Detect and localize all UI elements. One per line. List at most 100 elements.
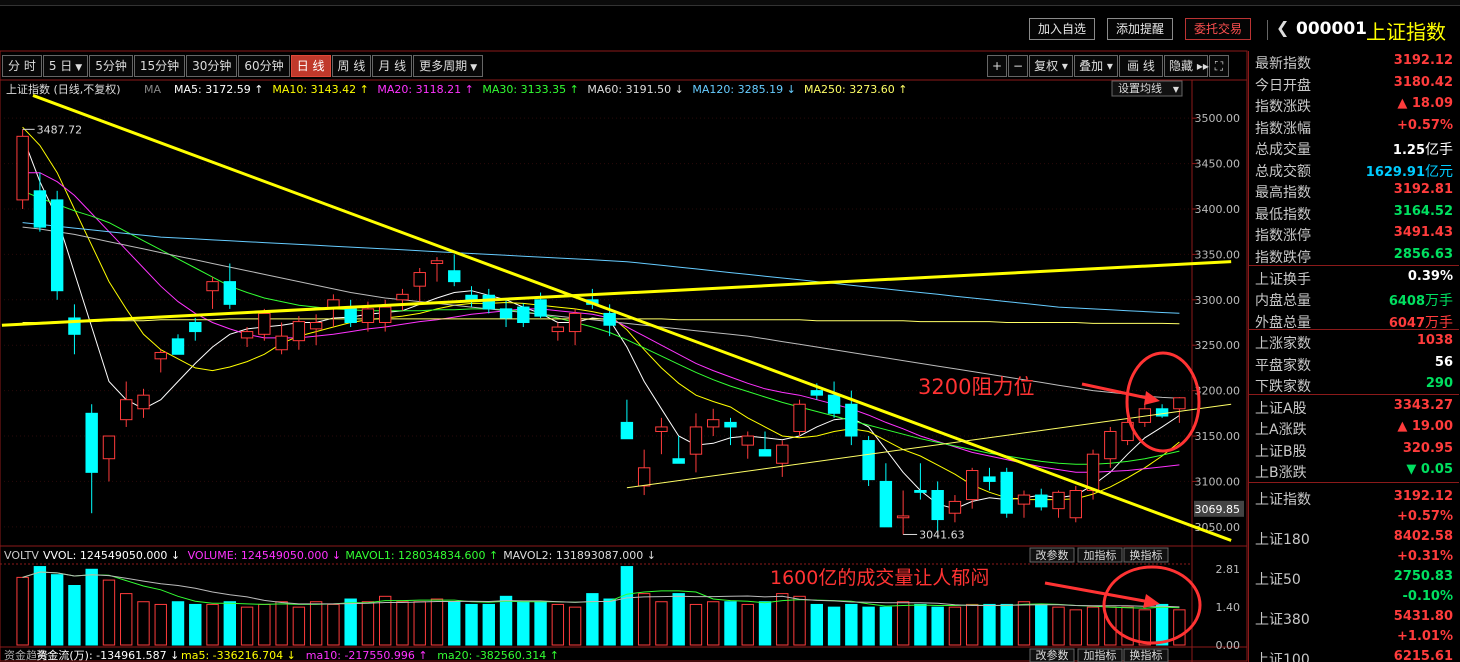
quote-row: 上证A股 3343.27 [1249, 397, 1459, 418]
quote-label: 上证换手 [1255, 272, 1311, 288]
volume-bar [879, 606, 893, 646]
quote-label: 上A涨跌 [1255, 422, 1307, 438]
volume-bar [1035, 603, 1048, 646]
index-row[interactable]: 上证180 8402.58 [1249, 528, 1459, 549]
volume-bar [102, 579, 116, 646]
volume-tick-label: 1.40 [1216, 601, 1241, 614]
dropdown-arrow-icon: ▼ [1173, 85, 1180, 94]
trendline-rising-support[interactable] [1, 260, 1232, 327]
ma-line-ma60 [22, 226, 1180, 399]
quote-value: 6408万手 [1389, 290, 1453, 310]
index-row[interactable]: 上证50 2750.83 [1249, 568, 1459, 589]
ma-legend-item: MA5: 3172.59 ↑ [174, 83, 263, 96]
volume-bar [862, 606, 875, 646]
volume-bar [206, 603, 219, 646]
trendline-lower-channel[interactable] [626, 403, 1232, 489]
candle-body [1069, 490, 1082, 519]
fund-legend-item: ma5: -336216.704 ↓ [181, 649, 296, 662]
indicator-button-label: 换指标 [1130, 548, 1163, 562]
quote-number: 56 [1434, 355, 1453, 370]
candle-body [1173, 397, 1186, 410]
quote-row: 指数涨跌 ▲ 18.09 [1249, 95, 1459, 116]
price-tick-label: 3300.00 [1195, 294, 1241, 307]
volume-ma-line [22, 571, 1180, 609]
candle-body [793, 403, 806, 432]
volume-bar [896, 601, 910, 646]
volume-bar [120, 593, 133, 646]
volume-bar [1086, 606, 1100, 646]
candle-body [896, 515, 910, 519]
volume-bar [499, 595, 513, 646]
index-row[interactable]: 上证380 5431.80 [1249, 608, 1459, 629]
quote-row: 外盘总量 6047万手 [1249, 311, 1459, 332]
quote-number: 6047 [1388, 316, 1425, 331]
candle-body [827, 394, 841, 414]
index-label: 上证指数 [1255, 492, 1311, 508]
candle-body [862, 440, 875, 481]
quote-number: 1629.91 [1365, 165, 1425, 180]
quote-value: 3343.27 [1394, 398, 1453, 413]
index-row[interactable]: 上证指数 3192.12 [1249, 488, 1459, 509]
volume-bar [568, 606, 582, 646]
quote-value: 0.39% [1408, 269, 1453, 284]
back-arrow-icon[interactable]: ❮ [1276, 18, 1289, 37]
volume-bar [378, 595, 392, 646]
candle-body [948, 500, 962, 514]
ma-settings-label: 设置均线 [1118, 81, 1162, 95]
candle-body [378, 306, 392, 323]
fund-legend-item: ma10: -217550.996 ↑ [306, 649, 428, 662]
volume-bar [482, 603, 495, 646]
index-change: +0.57% [1397, 509, 1453, 524]
price-tick-label: 3150.00 [1195, 430, 1241, 443]
quote-value: 1038 [1417, 333, 1453, 348]
indicator-button-label: 改参数 [1036, 548, 1069, 562]
ma-legend-item: MA10: 3143.42 ↑ [272, 83, 368, 96]
trendline-downtrend[interactable] [32, 94, 1232, 542]
quote-number: 320.95 [1402, 441, 1453, 456]
candle-body [33, 190, 47, 228]
quote-number: 3180.42 [1393, 75, 1453, 90]
candle-body [171, 338, 185, 355]
volume-bar [603, 598, 616, 646]
candle-body [16, 135, 29, 201]
volume-legend-item: VVOL: 124549050.000 ↓ [43, 549, 180, 562]
price-tick-label: 3200.00 [1195, 385, 1241, 398]
volume-legend-item: MAVOL1: 128034834.600 ↑ [345, 549, 498, 562]
ma-legend-item: MA30: 3133.35 ↑ [482, 83, 578, 96]
quote-label: 最新指数 [1255, 56, 1311, 72]
candle-body [931, 490, 944, 521]
high-price-label: 3487.72 [37, 123, 83, 136]
quote-label: 指数涨停 [1255, 228, 1311, 244]
volume-bar [1052, 606, 1065, 646]
ma-legend-item: MA60: 3191.50 ↓ [587, 83, 683, 96]
quote-number: +0.57% [1397, 118, 1453, 133]
volume-bar [1000, 603, 1013, 646]
volume-bar [33, 566, 47, 646]
quote-number: 3192.12 [1393, 53, 1453, 68]
candle-body [120, 399, 133, 421]
quote-label: 指数涨幅 [1255, 121, 1311, 137]
resistance-circle [1125, 351, 1201, 453]
quote-row: 最新指数 3192.12 [1249, 52, 1459, 73]
volume-bar [983, 603, 996, 646]
kline-chart[interactable]: 3500.00 3450.00 3400.00 3350.00 3300.00 3250.… [0, 0, 1248, 662]
volume-bar [223, 601, 237, 646]
quote-label: 上涨家数 [1255, 336, 1311, 352]
quote-label: 最低指数 [1255, 207, 1311, 223]
index-row[interactable]: 上证100 6215.61 [1249, 648, 1459, 662]
quote-label: 下跌家数 [1255, 379, 1311, 395]
quote-row: 最高指数 3192.81 [1249, 181, 1459, 202]
volume-bar [707, 601, 720, 646]
candle-body [240, 331, 254, 339]
quote-value: 1629.91亿元 [1366, 161, 1453, 181]
candle-body [637, 467, 651, 487]
quote-row: 上A涨跌 ▲ 19.00 [1249, 418, 1459, 439]
index-value: 8402.58 [1393, 529, 1453, 544]
index-label: 上证50 [1255, 572, 1301, 588]
quote-number: 3192.81 [1393, 182, 1453, 197]
quote-label: 外盘总量 [1255, 315, 1311, 331]
candle-body [50, 199, 64, 292]
quote-row: 指数涨停 3491.43 [1249, 224, 1459, 245]
quote-value: 1.25亿手 [1393, 139, 1453, 159]
quote-label: 内盘总量 [1255, 293, 1311, 309]
